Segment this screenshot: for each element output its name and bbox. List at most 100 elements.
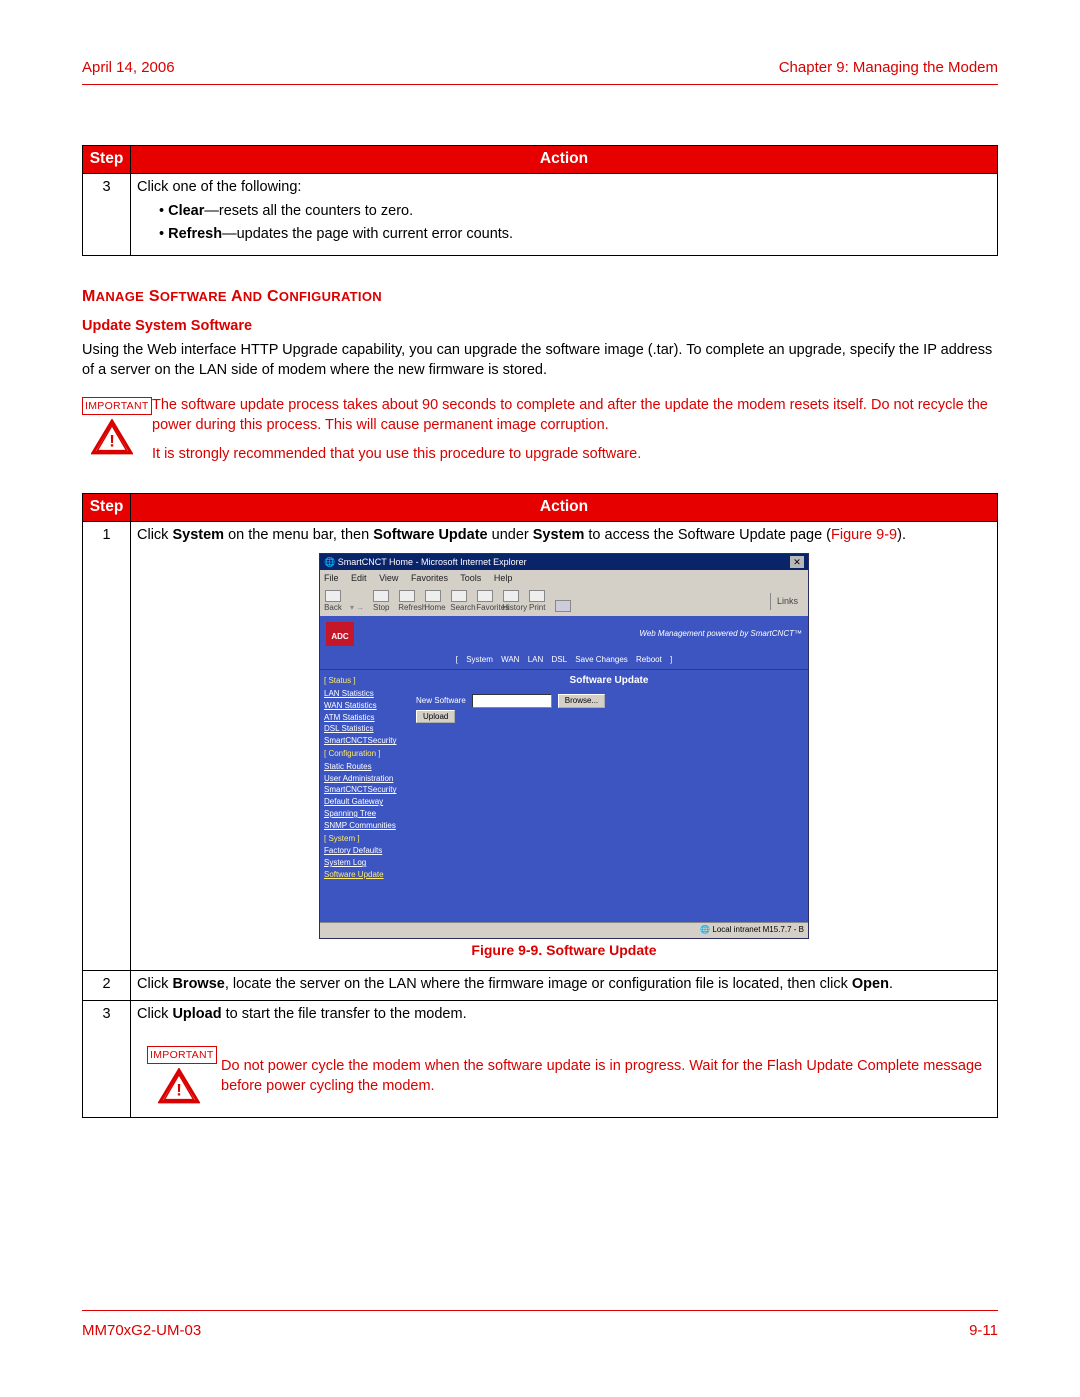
list-item: Refresh—updates the page with current er… [159,225,991,245]
section-heading: MANAGE SOFTWARE AND CONFIGURATION [82,286,998,308]
tool-icon[interactable] [554,600,572,613]
list-item: Clear—resets all the counters to zero. [159,202,991,222]
sidebar-item-security-2[interactable]: SmartCNCTSecurity [324,785,406,796]
text: under [488,527,533,543]
menu-favorites[interactable]: Favorites [411,573,448,583]
menu-help[interactable]: Help [494,573,513,583]
bold-term: Browse [172,976,224,992]
step-number: 1 [83,521,131,970]
step-action-cell: Click Browse, locate the server on the L… [131,970,998,1001]
stop-button[interactable]: Stop [372,590,390,614]
step-number: 2 [83,970,131,1001]
page-header: April 14, 2006 Chapter 9: Managing the M… [82,58,998,85]
close-icon[interactable]: ✕ [790,556,804,568]
table-row: 3 Click Upload to start the file transfe… [83,1001,998,1117]
tab-system[interactable]: System [466,655,493,664]
menu-edit[interactable]: Edit [351,573,367,583]
sidebar-item-default-gateway[interactable]: Default Gateway [324,797,406,808]
new-software-label: New Software [416,696,466,707]
text: on the menu bar, then [224,527,373,543]
sidebar-group-system: [ System ] [324,834,406,845]
search-button[interactable]: Search [450,590,468,614]
bold-term: System [172,527,224,543]
important-text-2: It is strongly recommended that you use … [152,445,998,465]
status-text: 🌐 Local intranet M15.7.7 - B [700,925,804,936]
app-banner: ADC Web Management powered by SmartCNCT™ [320,616,808,652]
col-step: Step [83,146,131,174]
warning-icon: ! [91,419,133,455]
file-input[interactable] [472,694,552,708]
links-label[interactable]: Links [770,593,804,609]
tab-wan[interactable]: WAN [501,655,519,664]
adc-logo: ADC [326,622,354,646]
sidebar-item-software-update[interactable]: Software Update [324,870,406,881]
menu-bar[interactable]: File Edit View Favorites Tools Help [320,570,808,586]
screenshot-figure: 🌐 SmartCNCT Home - Microsoft Internet Ex… [319,553,809,960]
col-action: Action [131,146,998,174]
sidebar: [ Status ] LAN Statistics WAN Statistics… [320,670,410,922]
sidebar-item-security[interactable]: SmartCNCTSecurity [324,736,406,747]
table-row: 3 Click one of the following: Clear—rese… [83,174,998,256]
bracket: [ [456,655,460,664]
important-label: IMPORTANT [147,1046,217,1064]
figure-caption: Figure 9-9. Software Update [319,941,809,960]
step-table-2: Step Action 1 Click System on the menu b… [82,493,998,1118]
refresh-button[interactable]: Refresh [398,590,416,614]
important-note-inline: IMPORTANT ! Do not power cycle the modem… [147,1045,991,1111]
sidebar-item-static-routes[interactable]: Static Routes [324,762,406,773]
sidebar-item-atm-statistics[interactable]: ATM Statistics [324,713,406,724]
text: Click [137,976,172,992]
bold-term: Open [852,976,889,992]
sidebar-item-dsl-statistics[interactable]: DSL Statistics [324,724,406,735]
step-action-cell: Click Upload to start the file transfer … [131,1001,998,1117]
step-action-cell: Click one of the following: Clear—resets… [131,174,998,256]
home-button[interactable]: Home [424,590,442,614]
tab-lan[interactable]: LAN [528,655,544,664]
col-action: Action [131,493,998,521]
warning-icon: ! [158,1068,200,1104]
important-text: Do not power cycle the modem when the so… [211,1045,991,1096]
text: ). [897,527,906,543]
tab-dsl[interactable]: DSL [552,655,568,664]
history-button[interactable]: History [502,590,520,614]
header-date: April 14, 2006 [82,58,175,78]
menu-view[interactable]: View [379,573,398,583]
text: , locate the server on the LAN where the… [225,976,852,992]
back-button[interactable]: Back [324,590,342,614]
content-panel: Software Update New Software Browse... U… [410,670,808,922]
sidebar-item-wan-statistics[interactable]: WAN Statistics [324,701,406,712]
step-number: 3 [83,174,131,256]
browse-button[interactable]: Browse... [558,694,605,709]
sidebar-item-snmp[interactable]: SNMP Communities [324,821,406,832]
footer-doc-id: MM70xG2-UM-03 [82,1321,201,1341]
menu-file[interactable]: File [324,573,339,583]
header-chapter: Chapter 9: Managing the Modem [779,58,998,78]
bullet-text: —updates the page with current error cou… [222,226,513,242]
important-text-1: The software update process takes about … [152,396,998,435]
sidebar-item-user-admin[interactable]: User Administration [324,774,406,785]
sidebar-item-system-log[interactable]: System Log [324,858,406,869]
sidebar-group-status: [ Status ] [324,676,406,687]
step-lead: Click one of the following: [137,179,301,195]
favorites-button[interactable]: Favorites [476,590,494,614]
subsection-heading: Update System Software [82,317,998,337]
sidebar-item-lan-statistics[interactable]: LAN Statistics [324,689,406,700]
sidebar-item-spanning-tree[interactable]: Spanning Tree [324,809,406,820]
text: to access the Software Update page ( [584,527,831,543]
table-row: 2 Click Browse, locate the server on the… [83,970,998,1001]
upload-button[interactable]: Upload [416,710,455,723]
tab-reboot[interactable]: Reboot [636,655,662,664]
important-note: IMPORTANT ! The software update process … [82,396,998,475]
page-footer: MM70xG2-UM-03 9-11 [82,1310,998,1341]
text: to start the file transfer to the modem. [222,1006,467,1022]
menu-tools[interactable]: Tools [460,573,481,583]
print-button[interactable]: Print [528,590,546,614]
tab-save-changes[interactable]: Save Changes [575,655,627,664]
sidebar-group-config: [ Configuration ] [324,749,406,760]
step-table-1: Step Action 3 Click one of the following… [82,145,998,256]
bold-term: System [533,527,585,543]
sidebar-item-factory-defaults[interactable]: Factory Defaults [324,846,406,857]
section-paragraph: Using the Web interface HTTP Upgrade cap… [82,341,998,380]
col-step: Step [83,493,131,521]
window-title: 🌐 SmartCNCT Home - Microsoft Internet Ex… [324,556,527,568]
